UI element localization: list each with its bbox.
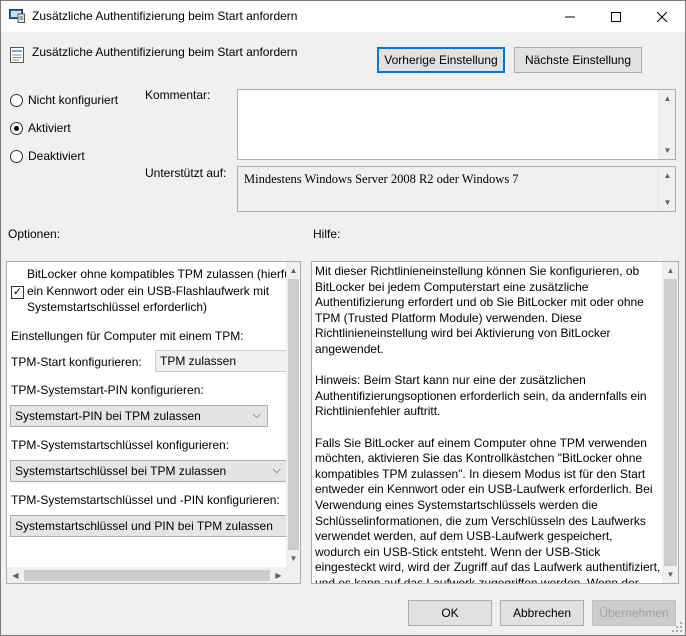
key-label: TPM-Systemstartschlüssel konfigurieren: [11,438,230,452]
scrollbar-thumb[interactable] [664,279,677,566]
maximize-button[interactable] [593,1,639,32]
next-setting-label: Nächste Einstellung [524,53,632,67]
scroll-down-arrow-icon[interactable]: ▼ [286,550,300,567]
tpm-start-label: TPM-Start konfigurieren: [11,355,142,369]
next-setting-button[interactable]: Nächste Einstellung [514,47,642,73]
window-title: Zusätzliche Authentifizierung beim Start… [32,9,298,23]
apply-label: Übernehmen [599,606,669,620]
scroll-down-arrow-icon[interactable]: ▼ [662,566,678,583]
radio-enabled[interactable]: Aktiviert [10,121,71,135]
scrollbar-thumb[interactable] [24,570,270,581]
checkbox-text-line-2: ein Kennwort oder ein USB-Flashlaufwerk … [27,284,270,298]
policy-title: Zusätzliche Authentifizierung beim Start… [32,45,298,59]
scroll-right-arrow-icon[interactable]: ▶ [270,567,287,583]
supported-textarea: Mindestens Windows Server 2008 R2 oder W… [237,166,676,212]
radio-disabled-label: Deaktiviert [28,149,85,163]
scrollbar-corner [286,567,300,583]
options-label: Optionen: [8,227,61,241]
scroll-down-arrow-icon[interactable]: ▼ [659,142,676,159]
options-panel: BitLocker ohne kompatibles TPM zulassen … [6,261,301,584]
chevron-down-icon: ⌵ [252,409,261,421]
key-value: Systemstartschlüssel bei TPM zulassen [15,464,227,478]
scroll-up-arrow-icon[interactable]: ▲ [659,167,676,184]
keypin-value: Systemstartschlüssel und PIN bei TPM zul… [15,519,273,533]
comment-scrollbar[interactable]: ▲ ▼ [658,90,675,159]
help-panel: Mit dieser Richtlinieneinstellung können… [311,261,679,584]
dialog-window: Zusätzliche Authentifizierung beim Start… [0,0,686,636]
comment-textarea[interactable]: ▲ ▼ [237,89,676,160]
radio-not-configured-label: Nicht konfiguriert [28,93,119,107]
checkbox-text-line-3: Systemstartschlüssel erforderlich) [27,300,208,314]
scroll-up-arrow-icon[interactable]: ▲ [662,262,678,279]
pin-label: TPM-Systemstart-PIN konfigurieren: [11,383,204,397]
group-policy-icon [9,9,25,23]
minimize-button[interactable] [547,1,593,32]
ok-label: OK [441,606,459,620]
previous-setting-button[interactable]: Vorherige Einstellung [377,47,505,73]
help-paragraph-3: Falls Sie BitLocker auf einem Computer o… [315,435,661,584]
help-paragraph-1: Mit dieser Richtlinieneinstellung können… [315,264,644,356]
previous-setting-label: Vorherige Einstellung [384,53,498,67]
radio-not-configured[interactable]: Nicht konfiguriert [10,93,118,107]
help-text: Mit dieser Richtlinieneinstellung können… [315,264,661,584]
help-label: Hilfe: [313,227,341,241]
apply-button[interactable]: Übernehmen [592,600,676,626]
supported-label: Unterstützt auf: [145,166,227,180]
minimize-icon [565,16,575,17]
ok-button[interactable]: OK [408,600,492,626]
help-paragraph-2: Hinweis: Beim Start kann nur eine der zu… [315,373,647,419]
scroll-up-arrow-icon[interactable]: ▲ [659,90,676,107]
keypin-label: TPM-Systemstartschlüssel und -PIN konfig… [11,493,280,507]
help-vertical-scrollbar[interactable]: ▲ ▼ [662,262,678,583]
chevron-down-icon: ⌵ [272,464,281,476]
close-button[interactable] [639,1,685,32]
options-horizontal-scrollbar[interactable]: ◀ ▶ [7,567,287,583]
maximize-icon [611,11,621,22]
pin-combo[interactable]: Systemstart-PIN bei TPM zulassen ⌵ [10,405,268,427]
scroll-up-arrow-icon[interactable]: ▲ [286,262,300,279]
allow-without-tpm-checkbox[interactable]: ✓ [11,286,24,299]
tpm-start-value: TPM zulassen [160,354,237,368]
radio-disabled[interactable]: Deaktiviert [10,149,85,163]
title-bar: Zusätzliche Authentifizierung beim Start… [1,1,685,32]
checkbox-text-line-1: BitLocker ohne kompatibles TPM zulassen … [27,267,291,281]
scrollbar-thumb[interactable] [288,279,299,550]
pin-value: Systemstart-PIN bei TPM zulassen [15,409,201,423]
supported-scrollbar[interactable]: ▲ ▼ [658,167,675,211]
cancel-label: Abbrechen [512,606,572,620]
supported-value: Mindestens Windows Server 2008 R2 oder W… [244,172,519,186]
radio-circle[interactable] [10,93,23,107]
cancel-button[interactable]: Abbrechen [500,600,584,626]
keypin-combo[interactable]: Systemstartschlüssel und PIN bei TPM zul… [10,515,288,537]
scroll-left-arrow-icon[interactable]: ◀ [7,567,24,583]
radio-circle[interactable] [10,149,23,163]
resize-grip-icon[interactable] [671,621,683,633]
key-combo[interactable]: Systemstartschlüssel bei TPM zulassen ⌵ [10,460,288,482]
radio-enabled-label: Aktiviert [28,121,71,135]
scroll-down-arrow-icon[interactable]: ▼ [659,194,676,211]
policy-setting-icon [10,47,24,63]
tpm-start-combo[interactable]: TPM zulassen [155,350,287,372]
options-vertical-scrollbar[interactable]: ▲ ▼ [286,262,300,567]
comment-label: Kommentar: [145,88,211,102]
tpm-settings-heading: Einstellungen für Computer mit einem TPM… [11,329,244,343]
close-icon [657,11,667,22]
radio-circle-checked[interactable] [10,121,23,135]
